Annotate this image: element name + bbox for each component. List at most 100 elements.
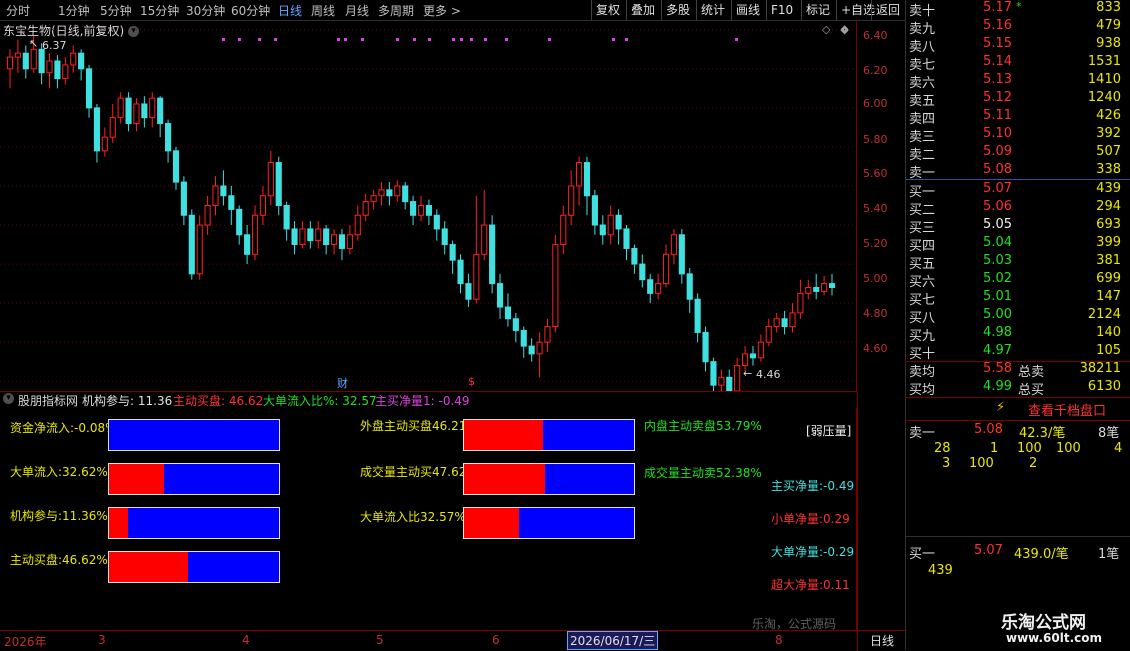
y-tick: 6.20: [863, 64, 888, 77]
lightning-icon: ⚡: [996, 400, 1006, 415]
kline-pane[interactable]: 东宝生物(日线,前复权) ▾ ◇ ◆ 6.37 ↖ ← 4.46 财 $: [0, 20, 857, 392]
tab-fenshi[interactable]: 分时: [6, 2, 30, 19]
sell-level-row[interactable]: 卖八 5.15 938: [906, 36, 1130, 55]
tab-monthly[interactable]: 月线: [345, 2, 369, 19]
tab-multi-period[interactable]: 多周期: [378, 2, 414, 19]
draw-line-button[interactable]: 画线: [731, 0, 766, 20]
candle-body: [552, 244, 559, 328]
candle-body: [639, 263, 646, 281]
tab-daily[interactable]: 日线: [278, 2, 302, 19]
sell-level-row[interactable]: 卖一 5.08 338: [906, 162, 1130, 181]
restore-rights-button[interactable]: 复权: [591, 0, 626, 20]
buy-level-row[interactable]: 买九 4.98 140: [906, 325, 1130, 344]
candle-body: [655, 283, 662, 294]
level-volume: 833: [1096, 0, 1121, 15]
candle-body: [757, 341, 764, 359]
level-volume: 392: [1096, 126, 1121, 141]
tab-60min[interactable]: 60分钟: [231, 2, 270, 19]
buy-level-row[interactable]: 买四 5.04 399: [906, 235, 1130, 254]
site-logo-text: 乐淘公式网: [1001, 613, 1086, 633]
candle-body: [449, 244, 456, 261]
level-label: 买二: [909, 203, 936, 218]
candle-body: [70, 52, 77, 66]
y-tick: 6.40: [863, 29, 888, 42]
bar-label: 成交量主动买47.62%: [360, 465, 478, 479]
buy-level-row[interactable]: 买十 4.97 105: [906, 343, 1130, 362]
sell-level-row[interactable]: 卖三 5.10 392: [906, 126, 1130, 145]
candle-body: [813, 287, 820, 292]
divider: [906, 420, 1130, 421]
buy-level-row[interactable]: 买七 5.01 147: [906, 289, 1130, 308]
candle-body: [678, 234, 685, 275]
level-label: 卖四: [909, 112, 936, 127]
ask1-avg: 42.3/笔: [1019, 426, 1066, 441]
candle-body: [117, 97, 124, 119]
candle-body: [489, 224, 496, 285]
level-price: 5.03: [983, 253, 1012, 268]
level-volume: 1531: [1087, 54, 1121, 69]
sell-level-row[interactable]: 卖九 5.16 479: [906, 18, 1130, 37]
sell-level-row[interactable]: 卖二 5.09 507: [906, 144, 1130, 163]
sell-level-row[interactable]: 卖六 5.13 1410: [906, 72, 1130, 91]
buy-level-row[interactable]: 买二 5.06 294: [906, 199, 1130, 218]
sell-level-row[interactable]: 卖七 5.14 1531: [906, 54, 1130, 73]
indicator-axis: [857, 392, 906, 630]
y-tick: 4.80: [863, 307, 888, 320]
buy-level-row[interactable]: 买六 5.02 699: [906, 271, 1130, 290]
sell-level-row[interactable]: 卖五 5.12 1240: [906, 90, 1130, 109]
buy-level-row[interactable]: 买一 5.07 439: [906, 181, 1130, 200]
finance-marker[interactable]: 财: [337, 375, 348, 391]
zhudong-value: 主动买盘: 46.62: [173, 394, 264, 408]
period-label[interactable]: 日线: [857, 630, 906, 651]
ask1-order: 100: [969, 456, 994, 471]
level-price: 5.08: [983, 162, 1012, 177]
add-watchlist-button[interactable]: +自选: [836, 0, 875, 20]
big-order-bar: [108, 463, 280, 495]
bar-fill: [109, 464, 165, 494]
statistics-button[interactable]: 统计: [696, 0, 731, 20]
high-arrow-icon: ↖: [29, 37, 39, 50]
level-label: 买八: [909, 311, 936, 326]
candle-body: [259, 195, 266, 216]
tab-30min[interactable]: 30分钟: [186, 2, 225, 19]
ask1-order: 100: [1056, 441, 1081, 456]
signal-dot: [428, 38, 431, 41]
level-price: 5.09: [983, 144, 1012, 159]
candle-body: [125, 97, 132, 124]
candle-body: [220, 185, 227, 197]
overlay-button[interactable]: 叠加: [626, 0, 661, 20]
candle-body: [749, 353, 757, 359]
dividend-marker[interactable]: $: [468, 375, 475, 388]
y-tick: 6.00: [863, 97, 888, 110]
net-main-buy: 主买净量:-0.49: [771, 479, 855, 493]
view-all-depth-button[interactable]: ⚡ 查看千档盘口: [906, 398, 1130, 420]
tab-weekly[interactable]: 周线: [311, 2, 335, 19]
buy-level-row[interactable]: 买三 5.05 693: [906, 217, 1130, 236]
tab-1min[interactable]: 1分钟: [58, 2, 90, 19]
candle-body: [38, 48, 45, 74]
mark-button[interactable]: 标记: [801, 0, 836, 20]
buy-level-row[interactable]: 买八 5.00 2124: [906, 307, 1130, 326]
candle-body: [354, 214, 361, 236]
tab-more[interactable]: 更多 >: [423, 2, 461, 19]
f10-button[interactable]: F10: [766, 0, 801, 20]
candle-body: [773, 318, 780, 328]
institution-bar: [108, 507, 280, 539]
y-tick: 4.60: [863, 342, 888, 355]
bid1-price: 5.07: [974, 543, 1003, 558]
candle-body: [362, 201, 369, 216]
back-button[interactable]: 返回: [871, 0, 905, 20]
multi-stock-button[interactable]: 多股: [661, 0, 696, 20]
tab-15min[interactable]: 15分钟: [140, 2, 179, 19]
tab-5min[interactable]: 5分钟: [100, 2, 132, 19]
high-marker: 6.37: [42, 39, 67, 52]
signal-dot: [612, 38, 615, 41]
chevron-down-icon[interactable]: ▾: [3, 393, 14, 404]
sell-level-row[interactable]: 卖四 5.11 426: [906, 108, 1130, 127]
signal-dot: [505, 38, 508, 41]
indicator-name[interactable]: 股朋指标网: [18, 392, 78, 409]
date-label: 4: [242, 633, 250, 647]
buy-level-row[interactable]: 买五 5.03 381: [906, 253, 1130, 272]
level-price: 4.98: [983, 325, 1012, 340]
candle-body: [180, 181, 187, 216]
